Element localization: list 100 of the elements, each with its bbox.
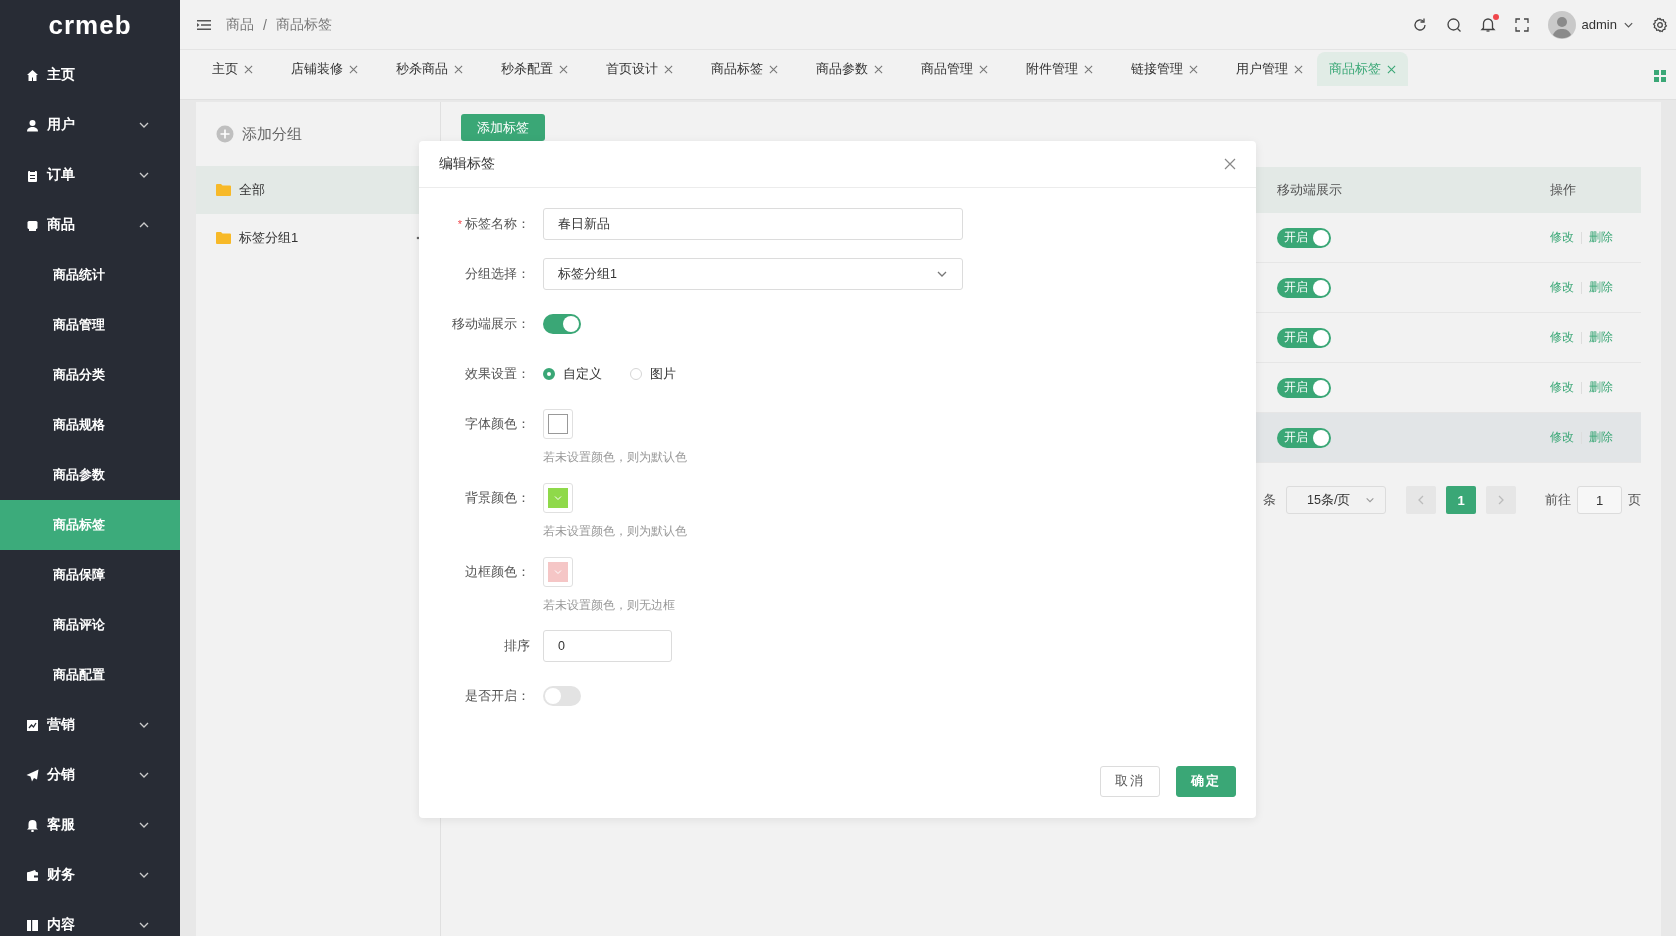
field-label: 分组选择： (465, 267, 530, 281)
goto-label: 前往 (1545, 491, 1571, 509)
breadcrumb-separator: / (263, 16, 267, 33)
breadcrumb-item[interactable]: 商品 (226, 15, 254, 34)
plus-circle-icon (216, 125, 234, 143)
page-size-select[interactable]: 15条/页 (1286, 486, 1386, 514)
field-label: 字体颜色： (465, 417, 530, 431)
folder-icon (216, 232, 231, 244)
send-icon (26, 768, 39, 782)
color-picker[interactable] (543, 409, 573, 439)
toggle-switch[interactable] (543, 686, 581, 706)
close-icon[interactable] (454, 64, 463, 74)
close-icon[interactable] (664, 64, 673, 74)
nav-subitem[interactable]: 商品配置 (0, 650, 180, 700)
column-header: 移动端展示 (1276, 181, 1343, 199)
close-icon[interactable] (559, 64, 568, 74)
nav-subitem[interactable]: 商品统计 (0, 250, 180, 300)
chevron-left-icon (1416, 495, 1426, 505)
grid-icon[interactable] (1654, 69, 1666, 82)
color-swatch (548, 414, 568, 434)
close-icon[interactable] (349, 64, 358, 74)
field-label: 排序 (504, 639, 530, 653)
page-input[interactable]: 1 (1577, 486, 1622, 514)
required-asterisk: * (457, 218, 462, 230)
field-label: 标签名称： (465, 217, 530, 231)
tab[interactable]: 秒杀配置 (489, 52, 580, 86)
dialog-title: 编辑标签 (439, 155, 495, 173)
nav-item[interactable]: 客服 (0, 800, 180, 850)
number-field[interactable]: 0 (543, 630, 672, 662)
cancel-button[interactable]: 取消 (1100, 766, 1160, 797)
chart-icon (26, 718, 39, 732)
nav-subitem[interactable]: 商品规格 (0, 400, 180, 450)
close-icon[interactable] (1084, 64, 1093, 74)
page-suffix: 页 (1628, 491, 1641, 509)
radio-option[interactable]: 图片 (630, 365, 676, 383)
nav-item[interactable]: 分销 (0, 750, 180, 800)
select-field[interactable]: 标签分组1 (543, 258, 963, 290)
field-label: 移动端展示： (452, 317, 530, 331)
field-label: 效果设置： (465, 367, 530, 381)
nav-item[interactable]: 主页 (0, 50, 180, 100)
avatar[interactable] (1547, 10, 1576, 39)
field-label: 边框颜色： (465, 565, 530, 579)
nav-subitem[interactable]: 商品评论 (0, 600, 180, 650)
radio-option[interactable]: 自定义 (543, 365, 602, 383)
user-name[interactable]: admin (1581, 17, 1617, 32)
close-icon[interactable] (979, 64, 988, 74)
add-group-button[interactable]: 添加分组 (196, 102, 440, 166)
close-icon[interactable] (1387, 64, 1396, 74)
bell-icon (26, 818, 39, 832)
wallet-icon (26, 868, 39, 882)
search-icon[interactable] (1445, 16, 1462, 33)
hint-text: 若未设置颜色，则为默认色 (543, 449, 687, 466)
folder-icon (216, 184, 231, 196)
tab[interactable]: 链接管理 (1119, 52, 1210, 86)
nav-subitem[interactable]: 商品分类 (0, 350, 180, 400)
logo: crmeb (48, 9, 132, 42)
fullscreen-icon[interactable] (1513, 16, 1530, 33)
nav-subitem[interactable]: 商品参数 (0, 450, 180, 500)
tab[interactable]: 商品管理 (909, 52, 1000, 86)
chevron-down-icon (554, 568, 562, 576)
chevron-down-icon (554, 494, 562, 502)
refresh-icon[interactable] (1411, 16, 1428, 33)
clipboard-icon (26, 168, 39, 182)
chevron-down-icon (1365, 495, 1375, 505)
nav-subitem[interactable]: 商品管理 (0, 300, 180, 350)
close-icon[interactable] (1224, 158, 1236, 170)
nav-subitem[interactable]: 商品保障 (0, 550, 180, 600)
breadcrumb-item[interactable]: 商品标签 (275, 15, 332, 34)
tab[interactable]: 首页设计 (594, 52, 685, 86)
nav-item[interactable]: 用户 (0, 100, 180, 150)
chevron-right-icon (1496, 495, 1506, 505)
book-icon (26, 918, 39, 932)
nav-item[interactable]: 营销 (0, 700, 180, 750)
input-field[interactable]: 春日新品 (543, 208, 963, 240)
home-icon (26, 68, 39, 82)
tab[interactable]: 店铺装修 (279, 52, 370, 86)
tab[interactable]: 商品参数 (804, 52, 895, 86)
field-label: 是否开启： (465, 689, 530, 703)
settings-icon[interactable] (1652, 16, 1668, 33)
bell-icon[interactable] (1479, 16, 1496, 33)
column-header: 操作 (1549, 181, 1577, 199)
nav-item[interactable]: 订单 (0, 150, 180, 200)
toggle-switch[interactable] (543, 314, 581, 334)
close-icon[interactable] (1189, 64, 1198, 74)
close-icon[interactable] (769, 64, 778, 74)
nav-item[interactable]: 财务 (0, 850, 180, 900)
hint-text: 若未设置颜色，则无边框 (543, 597, 675, 614)
group-item[interactable]: 标签分组1 (196, 214, 440, 262)
tab[interactable]: 主页 (200, 52, 265, 86)
tab[interactable]: 秒杀商品 (384, 52, 475, 86)
hint-text: 若未设置颜色，则为默认色 (543, 523, 687, 540)
close-icon[interactable] (1294, 64, 1303, 74)
nav-item[interactable]: 商品 (0, 200, 180, 250)
close-icon[interactable] (874, 64, 883, 74)
close-icon[interactable] (244, 64, 253, 74)
tab[interactable]: 附件管理 (1014, 52, 1105, 86)
nav-item[interactable]: 内容 (0, 900, 180, 936)
tab[interactable]: 商品标签 (699, 52, 790, 86)
tab[interactable]: 用户管理 (1224, 52, 1315, 86)
total-count: 条 (1263, 491, 1276, 509)
